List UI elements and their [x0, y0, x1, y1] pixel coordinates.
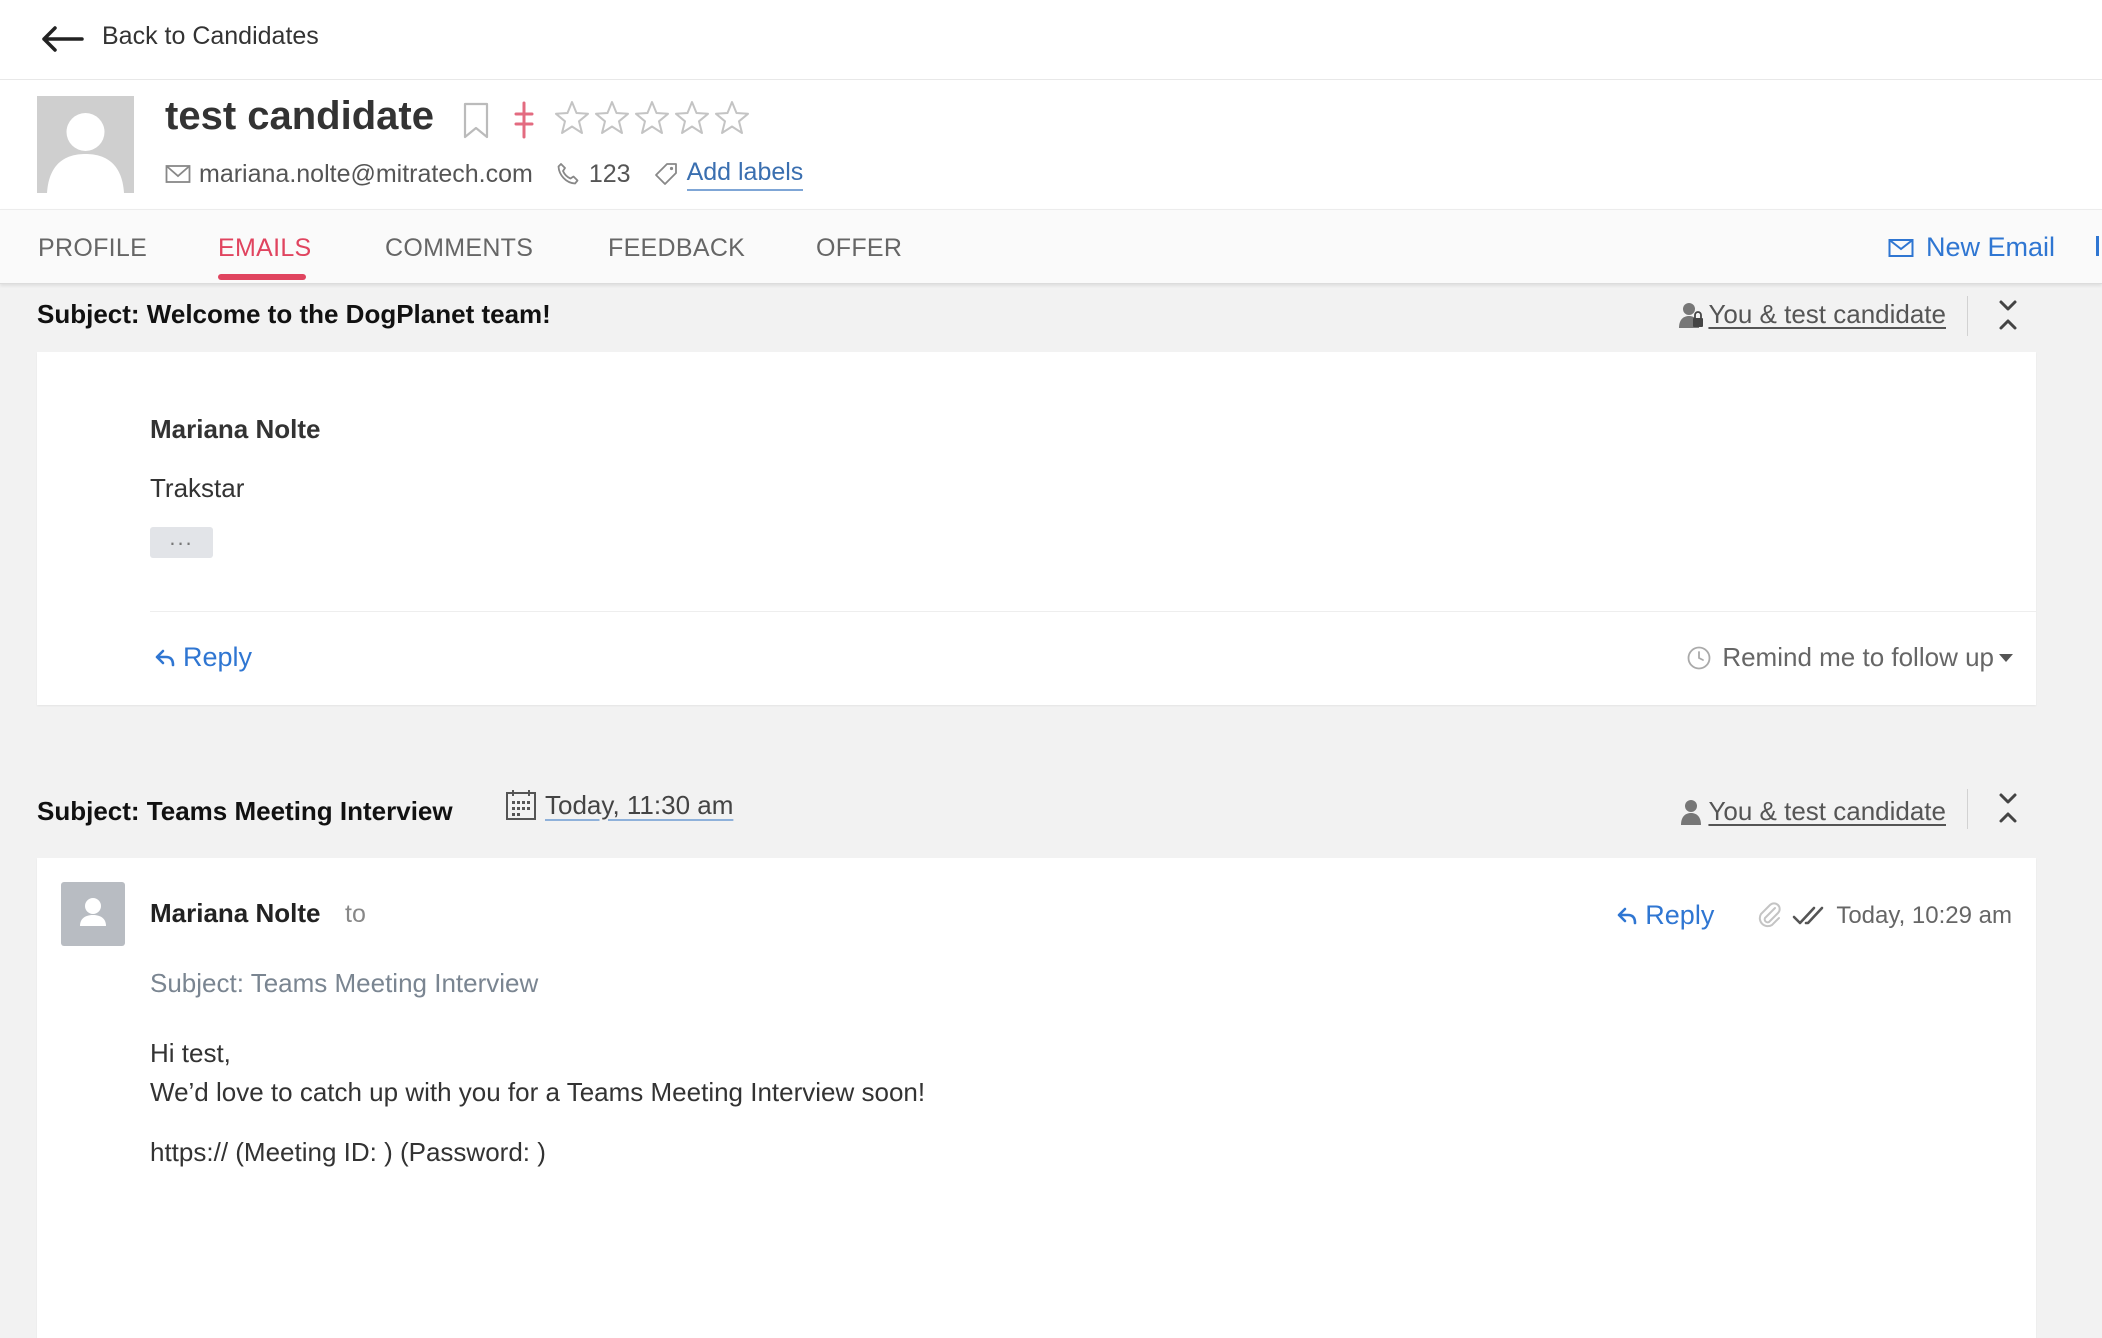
- remind-label: Remind me to follow up: [1722, 642, 1994, 672]
- reply-button[interactable]: Reply: [1617, 900, 1714, 931]
- scheduled-time-link[interactable]: Today, 11:30 am: [545, 790, 733, 821]
- candidate-tabs: PROFILE EMAILS COMMENTS FEEDBACK OFFER N…: [0, 209, 2102, 284]
- tab-offer[interactable]: OFFER: [816, 234, 902, 263]
- top-bar: Back to Candidates: [0, 0, 2102, 80]
- star-icon[interactable]: [594, 100, 630, 136]
- person-icon: [80, 898, 106, 926]
- reply-label: Reply: [1645, 900, 1715, 930]
- tab-comments[interactable]: COMMENTS: [385, 234, 533, 263]
- sender-name: Mariana Nolte: [150, 898, 321, 928]
- show-trimmed-button[interactable]: ...: [150, 527, 213, 558]
- thread-subject[interactable]: Subject: Teams Meeting Interview: [37, 796, 453, 827]
- tag-icon: [654, 163, 677, 185]
- collapse-icon[interactable]: [1996, 298, 2020, 332]
- star-rating[interactable]: [554, 100, 750, 136]
- header-divider: [1967, 789, 1968, 829]
- envelope-icon: [1888, 238, 1914, 257]
- overflow-edge-indicator: [2096, 236, 2099, 256]
- reply-button[interactable]: Reply: [155, 642, 252, 673]
- candidate-name: test candidate: [165, 94, 434, 138]
- recipient-to-label[interactable]: to: [345, 900, 366, 929]
- email-card: Mariana Nolte Trakstar ... Reply Remind …: [37, 352, 2036, 705]
- private-user-icon: [1679, 302, 1704, 328]
- remind-follow-up-dropdown[interactable]: Remind me to follow up: [1686, 642, 2014, 673]
- email-body-line: Hi test,: [150, 1038, 231, 1068]
- candidate-avatar: [37, 96, 134, 193]
- collapse-icon[interactable]: [1996, 791, 2020, 825]
- thread-subject[interactable]: Subject: Welcome to the DogPlanet team!: [37, 299, 551, 330]
- bookmark-icon[interactable]: [462, 102, 490, 140]
- email-body-line: https:// (Meeting ID: ) (Password: ): [150, 1137, 546, 1167]
- reply-label: Reply: [183, 642, 253, 672]
- arrow-left-icon[interactable]: [40, 24, 84, 54]
- tab-emails[interactable]: EMAILS: [218, 234, 312, 263]
- email-body-line: We’d love to catch up with you for a Tea…: [150, 1077, 926, 1107]
- active-tab-indicator: [218, 274, 306, 280]
- clock-icon: [1687, 646, 1711, 669]
- star-icon[interactable]: [674, 100, 710, 136]
- add-labels-link[interactable]: Add labels: [686, 158, 804, 191]
- person-icon: [47, 113, 124, 193]
- thread-participants[interactable]: You & test candidate: [1678, 299, 1946, 330]
- card-divider: [150, 611, 2036, 612]
- header-divider: [1967, 296, 1968, 336]
- thread-participants[interactable]: You & test candidate: [1680, 796, 1946, 827]
- user-icon: [1681, 799, 1702, 825]
- email-meta: Reply Today, 10:29 am: [1617, 900, 2012, 931]
- email-card: Mariana Nolte to Reply Today, 10:29 am S…: [37, 858, 2036, 1338]
- caret-down-icon: [1999, 653, 2013, 662]
- candidate-header: test candidate mariana.nolte@mitratech.c…: [0, 80, 2102, 209]
- phone-icon: [557, 163, 579, 185]
- reply-icon: [155, 649, 175, 666]
- calendar-icon: [506, 790, 536, 820]
- back-to-candidates-link[interactable]: Back to Candidates: [102, 22, 319, 51]
- paperclip-icon[interactable]: [1756, 901, 1784, 930]
- candidate-email[interactable]: mariana.nolte@mitratech.com: [199, 160, 533, 189]
- double-check-icon: [1793, 906, 1824, 924]
- sender-name: Mariana Nolte: [150, 414, 321, 444]
- participants-link[interactable]: You & test candidate: [1708, 299, 1946, 330]
- sent-timestamp: Today, 10:29 am: [1836, 901, 2012, 929]
- new-email-button[interactable]: New Email: [1888, 232, 2055, 263]
- contact-row: mariana.nolte@mitratech.com 123 Add labe…: [165, 154, 804, 194]
- candidate-phone[interactable]: 123: [589, 160, 631, 189]
- star-icon[interactable]: [634, 100, 670, 136]
- star-icon[interactable]: [554, 100, 590, 136]
- thread-header[interactable]: Subject: Teams Meeting Interview Today, …: [37, 775, 2036, 845]
- tab-profile[interactable]: PROFILE: [38, 234, 147, 263]
- envelope-icon: [165, 165, 191, 183]
- reply-icon: [1617, 907, 1637, 924]
- email-subject-line: Subject: Teams Meeting Interview: [150, 968, 539, 998]
- thread-header[interactable]: Subject: Welcome to the DogPlanet team! …: [37, 282, 2036, 352]
- priority-icon[interactable]: [512, 100, 536, 140]
- participants-link[interactable]: You & test candidate: [1708, 796, 1946, 827]
- email-body: Trakstar: [150, 473, 245, 503]
- star-icon[interactable]: [714, 100, 750, 136]
- new-email-label: New Email: [1926, 232, 2056, 262]
- sender-avatar: [61, 882, 125, 946]
- scheduled-time[interactable]: Today, 11:30 am: [505, 789, 733, 821]
- tab-feedback[interactable]: FEEDBACK: [608, 234, 745, 263]
